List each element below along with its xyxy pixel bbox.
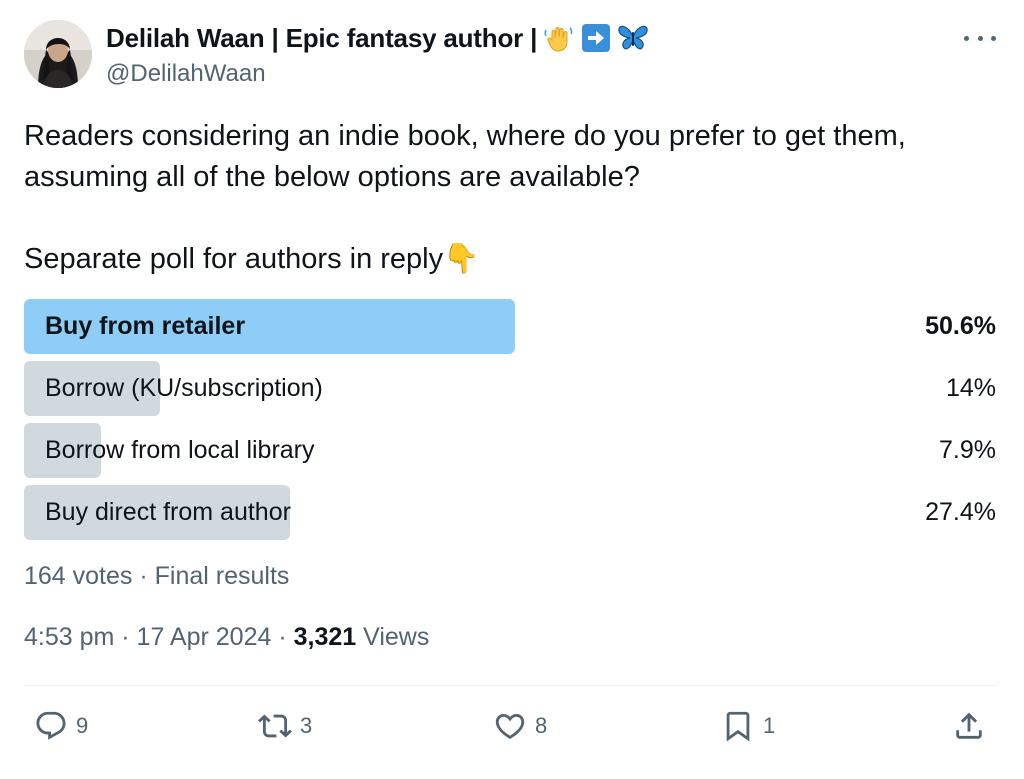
tweet-header: Delilah Waan | Epic fantasy author | @De… <box>24 20 1000 92</box>
repost-count: 3 <box>300 713 313 738</box>
poll-option-label: Buy from retailer <box>45 312 246 340</box>
butterfly-emoji <box>617 22 649 54</box>
bookmark-count: 1 <box>763 713 776 738</box>
repost-icon <box>258 714 292 738</box>
tweet-text-line: assuming all of the below options are av… <box>24 161 640 193</box>
timestamp-row: 4:53 pm · 17 Apr 2024 · 3,321 Views <box>24 623 429 652</box>
poll-option-percent: 14% <box>945 374 996 402</box>
divider <box>24 685 998 686</box>
avatar-image <box>24 20 92 88</box>
repost-button[interactable]: 3 <box>258 700 312 752</box>
timestamp[interactable]: 4:53 pm · 17 Apr 2024 · <box>24 623 294 651</box>
tweet-text-line: Readers considering an indie book, where… <box>24 120 906 152</box>
poll-option-label: Borrow from local library <box>45 436 315 464</box>
poll-option: Buy from retailer 50.6% <box>24 299 998 354</box>
poll-option: Borrow from local library 7.9% <box>24 423 998 478</box>
poll-option-label: Borrow (KU/subscription) <box>45 374 323 402</box>
poll-option: Buy direct from author 27.4% <box>24 485 998 540</box>
poll: Buy from retailer 50.6% Borrow (KU/subsc… <box>24 299 998 547</box>
name-row[interactable]: Delilah Waan | Epic fantasy author | <box>106 22 649 54</box>
user-handle[interactable]: @DelilahWaan <box>106 60 266 88</box>
poll-option-percent: 27.4% <box>925 498 996 526</box>
like-count: 8 <box>535 713 548 738</box>
poll-results-summary: 164 votes · Final results <box>24 562 290 590</box>
share-button[interactable] <box>952 700 986 752</box>
bookmark-button[interactable]: 1 <box>721 700 775 752</box>
more-options-icon[interactable] <box>964 26 996 50</box>
views-count[interactable]: 3,321 <box>294 623 357 651</box>
reply-count: 9 <box>76 713 89 738</box>
tweet-text-line: Separate poll for authors in reply👇 <box>24 243 480 275</box>
waving-hand-emoji <box>543 22 575 54</box>
poll-option-percent: 7.9% <box>939 436 996 464</box>
avatar[interactable] <box>24 20 92 88</box>
poll-option-label: Buy direct from author <box>45 498 291 526</box>
share-icon <box>956 712 982 739</box>
heart-icon <box>495 713 525 739</box>
bookmark-icon <box>726 711 750 742</box>
like-button[interactable]: 8 <box>493 700 547 752</box>
tweet-text: Readers considering an indie book, where… <box>24 116 1000 280</box>
poll-option: Borrow (KU/subscription) 14% <box>24 361 998 416</box>
reply-icon <box>36 711 66 740</box>
right-arrow-emoji <box>581 23 611 53</box>
views-label[interactable]: Views <box>356 623 429 651</box>
action-bar: 9 3 8 1 <box>24 700 1000 752</box>
reply-button[interactable]: 9 <box>34 700 88 752</box>
display-name[interactable]: Delilah Waan | Epic fantasy author | <box>106 23 537 54</box>
poll-option-percent: 50.6% <box>925 312 996 340</box>
